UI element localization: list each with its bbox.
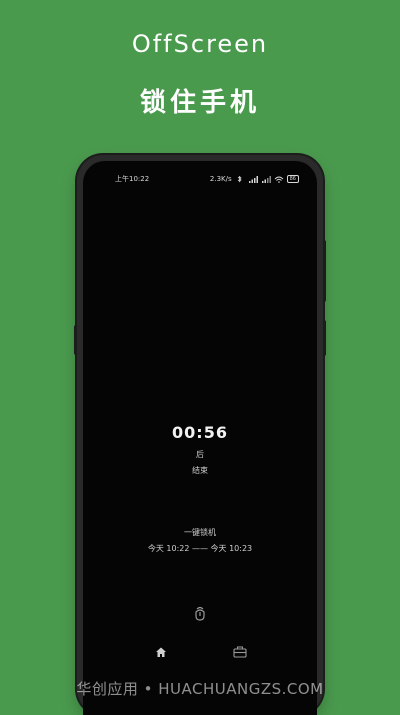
toolbox-icon[interactable] (233, 645, 247, 658)
status-bar: 上午10:22 2.3K/s 86 (115, 172, 299, 186)
countdown-timer: 00:56 (172, 423, 228, 442)
one-key-lock-label[interactable]: 一键锁机 (83, 527, 317, 538)
watermark: 华创应用 • HUACHUANGZS.COM (76, 680, 324, 698)
app-title: OffScreen (131, 30, 269, 58)
battery-icon: 86 (286, 175, 299, 183)
lock-time-range: 今天 10:22 —— 今天 10:23 (147, 544, 253, 553)
network-speed: 2.3K/s (209, 175, 232, 183)
signal-icon (248, 175, 258, 183)
app-subtitle: 锁住手机 (139, 88, 260, 118)
home-icon[interactable] (155, 646, 167, 658)
phone-frame: 上午10:22 2.3K/s 86 00:56 后 结束 一键锁机 今天 10:… (77, 155, 323, 715)
signal-icon-2 (261, 175, 271, 183)
fingerprint-icon[interactable] (193, 606, 207, 622)
phone-screen: 上午10:22 2.3K/s 86 00:56 后 结束 一键锁机 今天 10:… (83, 161, 317, 715)
after-label: 后 (196, 450, 204, 459)
status-time: 上午10:22 (115, 175, 150, 183)
status-indicators: 2.3K/s 86 (210, 175, 299, 183)
bluetooth-icon (237, 175, 242, 182)
wifi-icon (274, 176, 283, 183)
end-label: 结束 (192, 466, 208, 475)
